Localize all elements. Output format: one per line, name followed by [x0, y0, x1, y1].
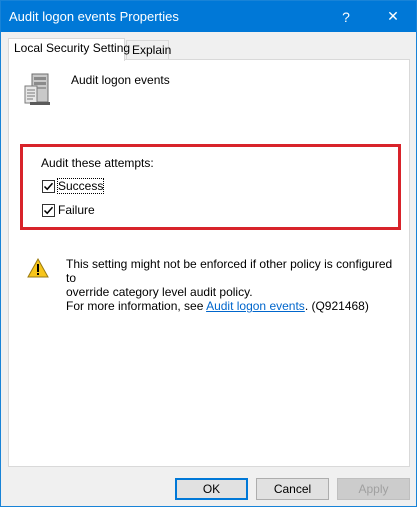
warning-message: This setting might not be enforced if ot… — [66, 257, 396, 313]
checkmark-icon — [43, 206, 54, 214]
success-checkbox-row[interactable]: Success — [42, 178, 105, 194]
failure-checkbox[interactable] — [42, 203, 55, 217]
policy-name: Audit logon events — [71, 73, 170, 87]
success-label[interactable]: Success — [56, 178, 105, 194]
title-bar[interactable]: Audit logon events Properties ? ✕ — [1, 1, 416, 32]
close-button[interactable]: ✕ — [370, 1, 416, 32]
window-title: Audit logon events Properties — [9, 9, 179, 24]
audit-attempts-label: Audit these attempts: — [41, 156, 154, 170]
checkmark-icon — [43, 182, 54, 190]
warning-line-3: For more information, see Audit logon ev… — [66, 299, 396, 313]
close-icon: ✕ — [387, 8, 399, 24]
tab-local-security-setting[interactable]: Local Security Setting — [8, 38, 130, 61]
properties-dialog: Audit logon events Properties ? ✕ Local … — [0, 0, 417, 507]
tab-strip: Local Security Setting Explain — [8, 38, 408, 61]
ok-button[interactable]: OK — [175, 478, 248, 500]
success-checkbox[interactable] — [42, 179, 55, 193]
warning-line-3-prefix: For more information, see — [66, 299, 207, 313]
failure-checkbox-row[interactable]: Failure — [42, 202, 95, 218]
audit-attempts-group: Audit these attempts: Success Failure — [20, 144, 401, 230]
apply-button[interactable]: Apply — [337, 478, 410, 500]
warning-line-3-suffix: . (Q921468) — [304, 299, 369, 313]
failure-label[interactable]: Failure — [58, 203, 95, 217]
warning-icon — [27, 258, 49, 278]
cancel-button[interactable]: Cancel — [256, 478, 329, 500]
tab-panel: Audit logon events Audit these attempts:… — [8, 59, 410, 467]
tab-explain[interactable]: Explain — [126, 40, 171, 60]
server-policy-icon — [24, 73, 50, 105]
warning-line-1: This setting might not be enforced if ot… — [66, 257, 393, 285]
help-button[interactable]: ? — [323, 1, 369, 32]
warning-line-2: override category level audit policy. — [66, 285, 253, 299]
audit-logon-events-link[interactable]: Audit logon events — [206, 299, 305, 313]
help-icon: ? — [342, 8, 350, 25]
